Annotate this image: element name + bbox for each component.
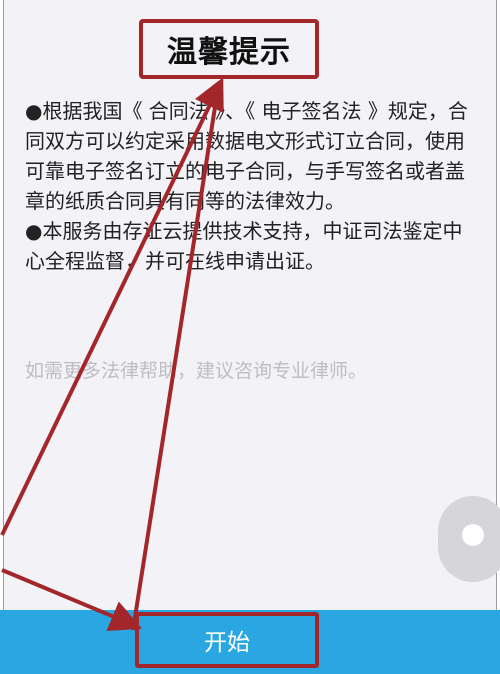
notice-body: ●根据我国《 合同法 》、《 电子签名法 》规定，合同双方可以约定采用数据电文形… [25, 96, 475, 276]
start-button[interactable]: 开始 [135, 612, 319, 668]
dialog-title: 温馨提示 [167, 35, 291, 70]
floating-button-dot-icon [462, 524, 484, 546]
legal-help-hint: 如需更多法律帮助，建议咨询专业律师。 [25, 360, 368, 382]
start-button-label: 开始 [204, 630, 250, 656]
notice-paragraph-service: ●本服务由存证云提供技术支持，中证司法鉴定中心全程监督，并可在线申请出证。 [25, 219, 463, 273]
title-highlight-box: 温馨提示 [139, 19, 319, 79]
notice-paragraph-contract-law: ●根据我国《 合同法 》、《 电子签名法 》规定，合同双方可以约定采用数据电文形… [25, 99, 468, 213]
floating-assistive-button[interactable] [438, 496, 500, 582]
